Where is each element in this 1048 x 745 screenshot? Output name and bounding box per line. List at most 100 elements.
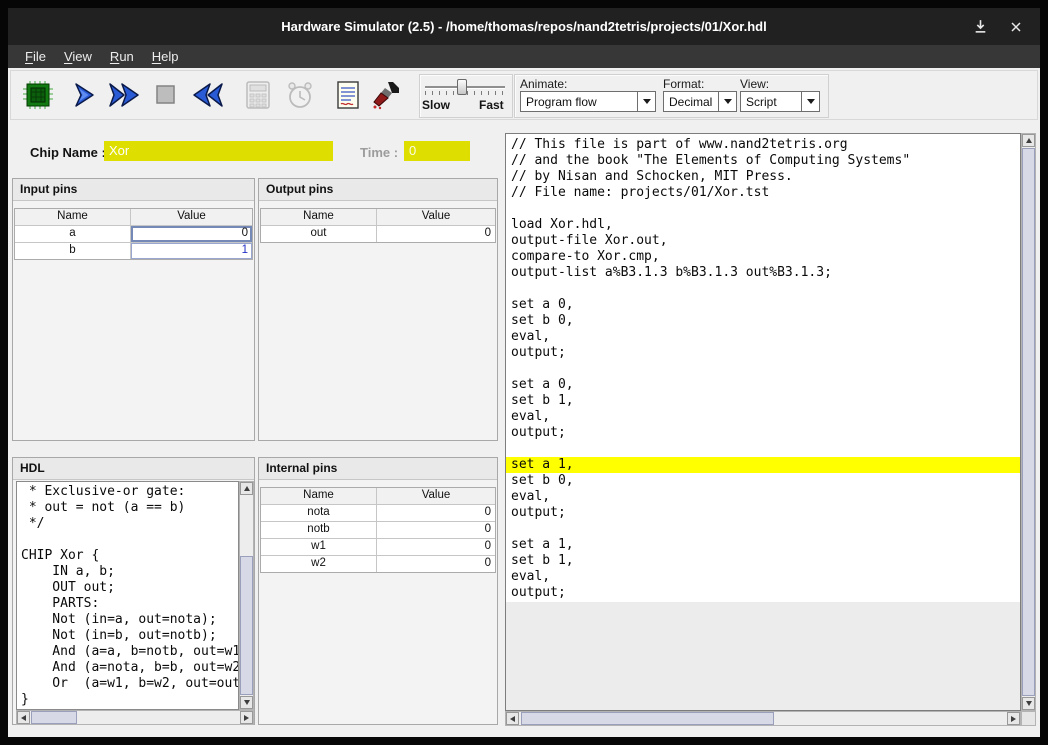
hdl-hscroll-thumb[interactable] [31,711,77,724]
script-line: output; [506,425,1020,441]
stop-button[interactable] [147,77,185,115]
column-header-value: Value [131,209,252,225]
script-line: set a 0, [506,297,1020,313]
paintbrush-icon [371,80,401,113]
internal-pins-panel: Internal pins NameValuenota0notb0w10w20 [258,457,498,725]
hdl-code: * Exclusive-or gate: * out = not (a == b… [21,484,238,708]
hdl-vertical-scrollbar[interactable] [239,481,254,710]
calculator-button[interactable] [239,77,277,115]
column-header-name: Name [261,209,377,225]
scroll-down-icon[interactable] [1022,697,1035,710]
chevron-down-icon[interactable] [718,92,736,111]
animate-label: Animate: [520,77,567,91]
script-hscroll-thumb[interactable] [521,712,774,725]
pin-row-w1: w10 [261,539,495,556]
scroll-left-icon[interactable] [17,711,30,724]
view-select[interactable]: Script [740,91,820,112]
pin-name: nota [261,505,377,521]
menubar: FileViewRunHelp [8,45,1040,68]
internal-pins-title: Internal pins [259,458,497,480]
script-view[interactable]: // This file is part of www.nand2tetris.… [505,133,1021,711]
clock-icon [285,80,315,113]
download-icon[interactable] [972,19,988,35]
script-line: // This file is part of www.nand2tetris.… [506,137,1020,153]
script-line: set b 0, [506,313,1020,329]
clock-button[interactable] [281,77,319,115]
table-header-row: NameValue [15,209,252,226]
pin-name: b [15,243,131,259]
chevron-down-icon[interactable] [637,92,655,111]
toolbar: Slow Fast Animate: Program flow Format: … [10,70,1038,120]
hdl-code-view[interactable]: * Exclusive-or gate: * out = not (a == b… [16,481,239,710]
clear-button[interactable] [367,77,405,115]
pin-value[interactable]: 0 [377,226,495,242]
column-header-name: Name [15,209,131,225]
script-line [506,281,1020,297]
menu-mnemonic: R [110,49,119,64]
script-line: // File name: projects/01/Xor.tst [506,185,1020,201]
fast-forward-icon [107,81,141,112]
scroll-right-icon[interactable] [240,711,253,724]
script-vertical-scrollbar[interactable] [1021,133,1036,711]
format-select[interactable]: Decimal [663,91,737,112]
pin-value[interactable]: 1 [131,243,252,259]
menu-mnemonic: V [64,49,72,64]
pin-row-notb: notb0 [261,522,495,539]
scroll-left-icon[interactable] [506,712,519,725]
script-line: set b 0, [506,473,1020,489]
single-step-button[interactable] [65,77,103,115]
scroll-up-icon[interactable] [240,482,253,495]
scroll-right-icon[interactable] [1007,712,1020,725]
load-script-button[interactable] [329,77,367,115]
hdl-horizontal-scrollbar[interactable] [16,710,254,725]
chip-icon [22,80,54,113]
pin-value[interactable]: 0 [377,522,495,538]
pin-row-out: out0 [261,226,495,242]
speed-slider-thumb[interactable] [457,79,467,95]
script-horizontal-scrollbar[interactable] [505,711,1021,726]
hdl-title: HDL [13,458,254,480]
output-pins-panel: Output pins NameValueout0 [258,178,498,441]
pin-row-nota: nota0 [261,505,495,522]
pin-value[interactable]: 0 [131,226,252,242]
pin-value[interactable]: 0 [377,556,495,572]
close-icon[interactable] [1008,19,1024,35]
script-document-icon [335,80,361,113]
column-header-value: Value [377,209,495,225]
scroll-down-icon[interactable] [240,696,253,709]
menu-item-file[interactable]: File [16,45,55,68]
reset-button[interactable] [189,77,227,115]
menu-item-run[interactable]: Run [101,45,143,68]
hdl-vscroll-thumb[interactable] [240,556,253,695]
pin-name: notb [261,522,377,538]
time-field: 0 [404,141,470,161]
scroll-up-icon[interactable] [1022,134,1035,147]
script-line: load Xor.hdl, [506,217,1020,233]
chevron-down-icon[interactable] [801,92,819,111]
load-chip-button[interactable] [19,77,57,115]
input-pins-panel: Input pins NameValuea0b1 [12,178,255,441]
menu-item-view[interactable]: View [55,45,101,68]
column-header-value: Value [377,488,495,504]
pin-name: w2 [261,556,377,572]
script-vscroll-thumb[interactable] [1022,148,1035,696]
pin-row-b: b1 [15,243,252,259]
hdl-panel: HDL * Exclusive-or gate: * out = not (a … [12,457,255,725]
pin-value[interactable]: 0 [377,539,495,555]
script-line: eval, [506,329,1020,345]
pin-row-w2: w20 [261,556,495,572]
script-line [506,361,1020,377]
rewind-icon [191,81,225,112]
pin-value[interactable]: 0 [377,505,495,521]
format-value: Decimal [664,92,718,111]
titlebar-buttons [972,8,1024,45]
table-header-row: NameValue [261,488,495,505]
output-pins-title: Output pins [259,179,497,201]
run-button[interactable] [105,77,143,115]
application-window: Hardware Simulator (2.5) - /home/thomas/… [8,8,1040,737]
animate-select[interactable]: Program flow [520,91,656,112]
format-label: Format: [663,77,704,91]
table-header-row: NameValue [261,209,495,226]
menu-item-help[interactable]: Help [143,45,188,68]
script-line: eval, [506,489,1020,505]
